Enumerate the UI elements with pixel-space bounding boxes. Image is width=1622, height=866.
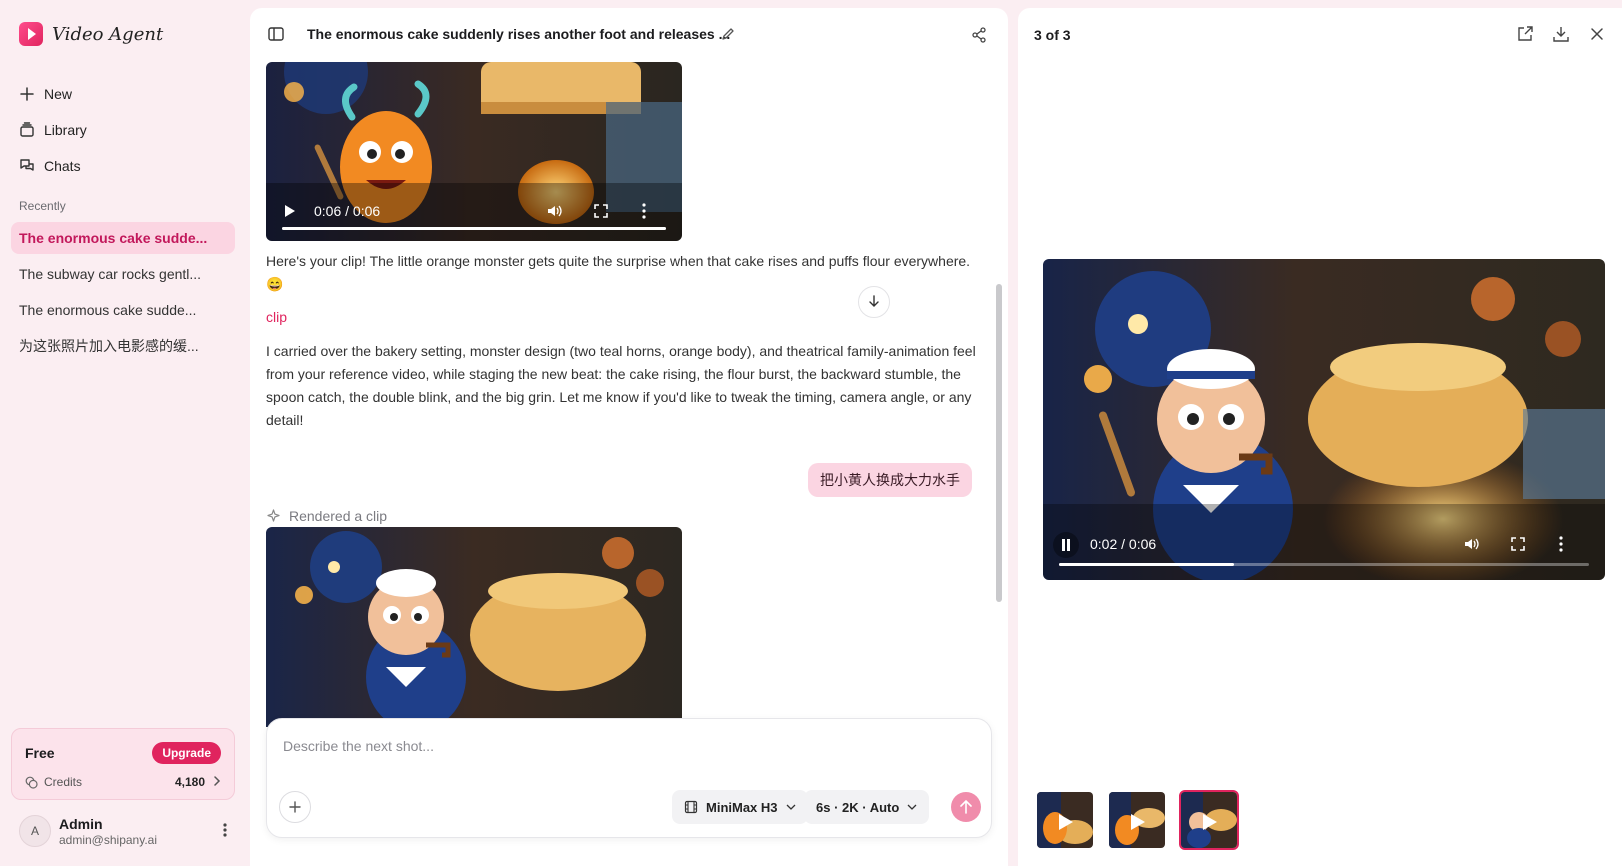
sidebar-toggle-icon[interactable] <box>267 25 285 43</box>
recent-item[interactable]: The subway car rocks gentl... <box>11 258 235 290</box>
video-player[interactable]: 0:06 / 0:06 <box>266 62 682 241</box>
preview-toolbar <box>1516 25 1606 43</box>
sidebar: Video Agent New Library Chats Recently T… <box>0 0 250 866</box>
model-select[interactable]: MiniMax H3 <box>672 790 808 824</box>
video-time: 0:02 / 0:06 <box>1090 536 1157 552</box>
sparkle-icon <box>266 508 281 524</box>
plus-icon <box>19 86 35 102</box>
rendered-label: Rendered a clip <box>289 508 388 524</box>
settings-label: 6s · 2K · Auto <box>816 799 900 815</box>
assistant-message: Here's your clip! The little orange mons… <box>266 253 971 292</box>
plan-card: Free Upgrade Credits 4,180 <box>11 728 235 800</box>
credits-label: Credits <box>44 775 83 789</box>
chat-header: The enormous cake suddenly rises another… <box>250 8 1008 62</box>
recent-item[interactable]: The enormous cake sudde... <box>11 222 235 254</box>
clip-link[interactable]: clip <box>266 309 287 325</box>
pause-icon[interactable] <box>1053 532 1079 558</box>
fullscreen-icon[interactable] <box>1511 537 1525 554</box>
video-frame-sailor <box>266 527 682 727</box>
more-options-icon[interactable] <box>1559 536 1563 555</box>
app-name: Video Agent <box>52 23 164 45</box>
chat-title: The enormous cake suddenly rises another… <box>307 26 731 42</box>
video-progress-fill <box>1059 563 1234 566</box>
nav-item-library[interactable]: Library <box>19 112 87 148</box>
close-icon[interactable] <box>1588 25 1606 43</box>
attach-button[interactable] <box>279 791 311 823</box>
model-label: MiniMax H3 <box>706 799 778 815</box>
arrow-up-icon <box>960 800 972 814</box>
user-email: admin@shipany.ai <box>59 832 158 847</box>
video-progress-track[interactable] <box>282 227 666 230</box>
video-agent-logo-icon <box>19 22 43 46</box>
preview-video-player[interactable]: 0:02 / 0:06 <box>1043 259 1605 580</box>
film-icon <box>684 800 698 814</box>
recent-item[interactable]: 为这张照片加入电影感的缓... <box>11 330 235 362</box>
video-player[interactable] <box>266 527 682 727</box>
chevron-right-icon <box>213 775 221 789</box>
open-external-icon[interactable] <box>1516 25 1534 43</box>
brand[interactable]: Video Agent <box>19 22 163 46</box>
nav-item-new[interactable]: New <box>19 76 87 112</box>
avatar: A <box>19 815 51 847</box>
composer: MiniMax H3 6s · 2K · Auto <box>266 718 992 838</box>
credits-value: 4,180 <box>174 775 205 789</box>
volume-icon[interactable] <box>546 203 562 222</box>
more-options-icon[interactable] <box>642 203 646 222</box>
download-icon[interactable] <box>1552 25 1570 43</box>
thumbnail-1[interactable] <box>1035 790 1095 850</box>
thumbnail-2[interactable] <box>1107 790 1167 850</box>
more-options-icon[interactable] <box>215 822 235 840</box>
user-row[interactable]: A Admin admin@shipany.ai <box>19 811 235 851</box>
recent-heading: Recently <box>19 199 66 213</box>
clip-link-row: clip <box>266 306 976 329</box>
nav-item-label: New <box>44 86 73 102</box>
credits-icon <box>25 776 38 789</box>
play-icon[interactable] <box>284 204 296 221</box>
video-progress-track[interactable] <box>1059 563 1589 566</box>
recent-list: The enormous cake sudde... The subway ca… <box>11 222 235 366</box>
upgrade-button[interactable]: Upgrade <box>152 742 221 764</box>
preview-counter: 3 of 3 <box>1034 27 1071 43</box>
plan-name: Free <box>25 745 55 761</box>
rendered-status: Rendered a clip <box>266 508 387 524</box>
library-icon <box>19 122 35 138</box>
prompt-input[interactable] <box>283 735 973 757</box>
edit-icon[interactable] <box>720 26 736 42</box>
main-nav: New Library Chats <box>19 76 87 184</box>
chevron-down-icon <box>786 804 796 810</box>
thumbnail-3[interactable] <box>1179 790 1239 850</box>
user-name: Admin <box>59 815 103 832</box>
credits-row[interactable]: Credits 4,180 <box>25 775 221 789</box>
video-progress-fill <box>282 227 666 230</box>
chat-scrollbar[interactable] <box>996 284 1002 602</box>
user-message: 把小黄人换成大力水手 <box>808 463 972 497</box>
send-button[interactable] <box>951 792 981 822</box>
chat-panel: The enormous cake suddenly rises another… <box>250 8 1008 866</box>
chats-icon <box>19 158 35 174</box>
chat-messages: 0:06 / 0:06 Here's your clip! The little… <box>266 62 986 727</box>
assistant-detail-message: I carried over the bakery setting, monst… <box>266 343 976 428</box>
thumbnail-strip <box>1035 790 1239 850</box>
chevron-down-icon <box>907 804 917 810</box>
video-time: 0:06 / 0:06 <box>314 203 381 219</box>
nav-item-chats[interactable]: Chats <box>19 148 87 184</box>
plus-icon <box>289 801 301 813</box>
share-icon[interactable] <box>970 26 988 44</box>
volume-icon[interactable] <box>1463 536 1479 555</box>
user-info: Admin admin@shipany.ai <box>59 816 157 847</box>
video-controls: 0:02 / 0:06 <box>1043 520 1605 580</box>
nav-item-label: Chats <box>44 158 81 174</box>
preview-panel: 3 of 3 0:02 / 0:06 <box>1018 8 1622 866</box>
settings-select[interactable]: 6s · 2K · Auto <box>804 790 930 824</box>
nav-item-label: Library <box>44 122 87 138</box>
fullscreen-icon[interactable] <box>594 204 608 221</box>
video-controls: 0:06 / 0:06 <box>266 183 682 241</box>
recent-item[interactable]: The enormous cake sudde... <box>11 294 235 326</box>
